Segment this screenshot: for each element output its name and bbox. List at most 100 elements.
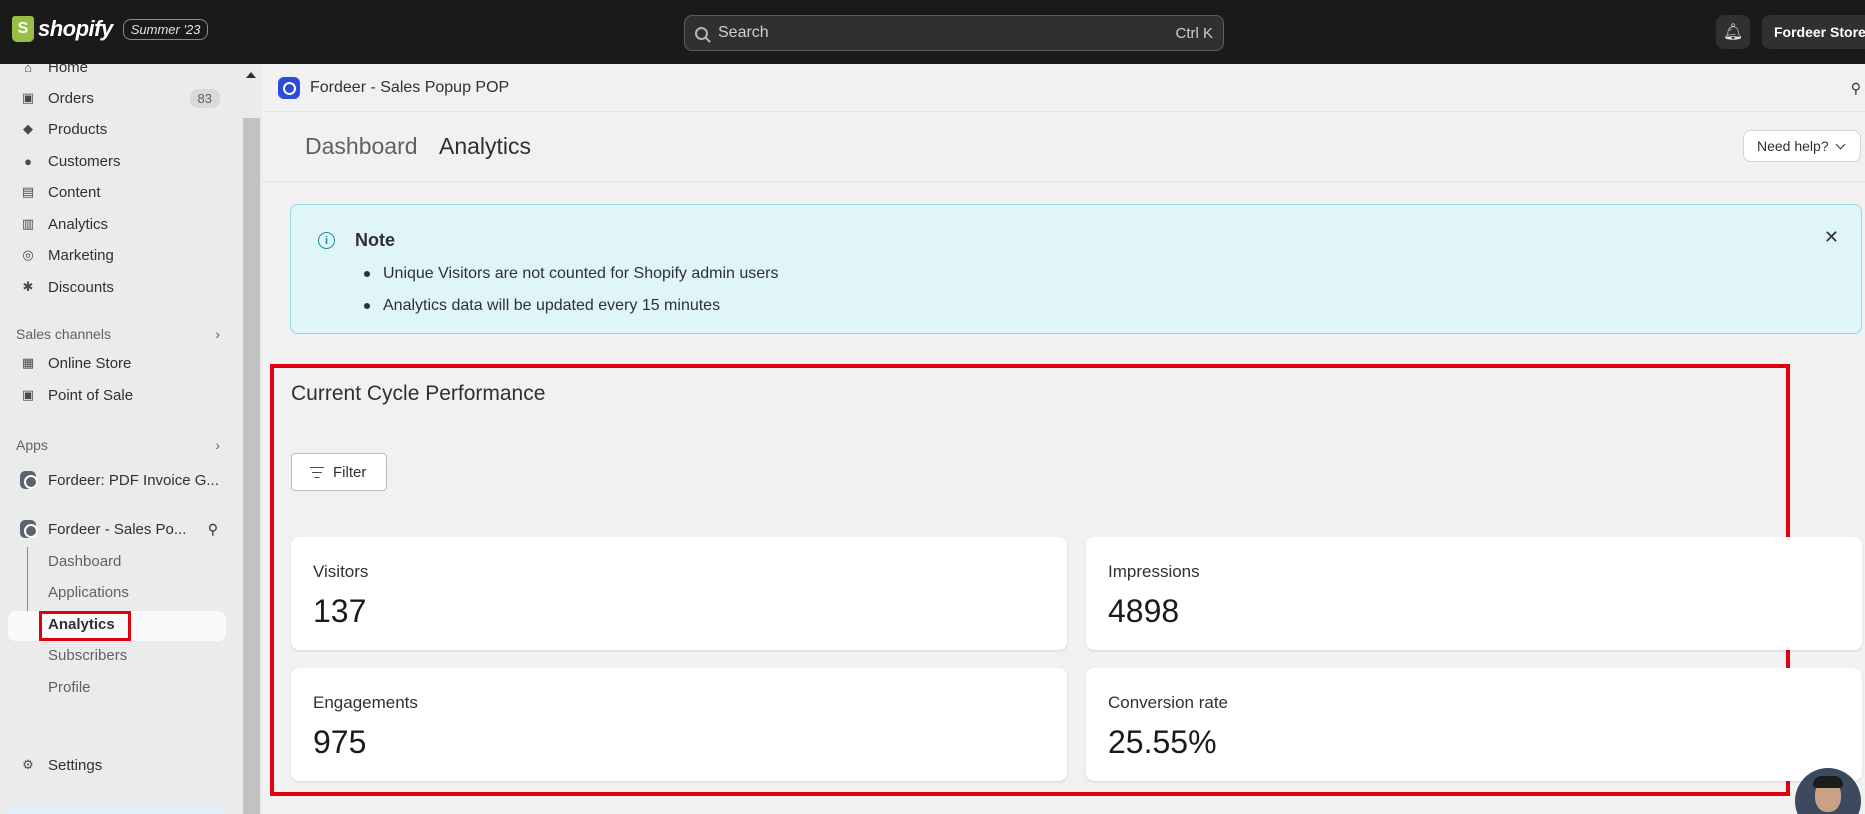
store-menu-button[interactable]: Fordeer Store: [1762, 15, 1865, 49]
home-icon: ⌂: [24, 64, 32, 75]
sidebar-item-label: Point of Sale: [48, 386, 134, 404]
sidebar: ⌂ Home ▣ Orders 83 ◆ Products ● Customer…: [0, 64, 240, 814]
metric-card-conversion-rate: Conversion rate 25.55%: [1086, 668, 1862, 781]
sidebar-item-label: Products: [48, 120, 108, 138]
sidebar-item-label: Orders: [48, 89, 94, 107]
sidebar-item-label: Home: [48, 64, 89, 76]
metric-label: Impressions: [1108, 562, 1200, 581]
filter-label: Filter: [333, 463, 367, 481]
sidebar-item-analytics[interactable]: ▥ Analytics: [8, 209, 226, 239]
section-title: Current Cycle Performance: [291, 382, 546, 405]
sidebar-footer-strip: [8, 806, 226, 814]
sidebar-item-label: Customers: [48, 152, 121, 170]
note-banner: i Note Unique Visitors are not counted f…: [290, 204, 1862, 334]
pin-icon[interactable]: ⚲: [208, 521, 218, 538]
apps-header[interactable]: Apps ›: [16, 437, 220, 453]
metric-card-engagements: Engagements 975: [291, 668, 1067, 781]
app-bar: Fordeer - Sales Popup POP ⚲: [262, 64, 1865, 112]
orders-count-badge: 83: [189, 88, 220, 108]
fordeer-app-icon: [20, 471, 38, 489]
shopify-logo[interactable]: S shopify Summer '23: [12, 16, 209, 42]
search-bar[interactable]: Search Ctrl K: [684, 15, 1224, 51]
sidebar-item-label: Fordeer: PDF Invoice G...: [48, 471, 219, 489]
app-subitem-subscribers[interactable]: Subscribers: [48, 647, 127, 664]
edition-badge: Summer '23: [122, 18, 209, 40]
need-help-button[interactable]: Need help?: [1743, 130, 1861, 162]
store-icon: ▦: [21, 355, 35, 370]
close-icon[interactable]: ✕: [1824, 227, 1839, 248]
note-title: Note: [355, 230, 395, 250]
sidebar-item-orders[interactable]: ▣ Orders 83: [8, 83, 226, 113]
metric-value: 137: [313, 593, 367, 629]
sidebar-item-point-of-sale[interactable]: ▣ Point of Sale: [8, 380, 226, 410]
pin-icon[interactable]: ⚲: [1851, 80, 1861, 97]
sidebar-item-label: Content: [48, 183, 101, 201]
chevron-right-icon: ›: [215, 326, 220, 342]
pos-icon: ▣: [21, 387, 35, 402]
sidebar-item-fordeer-sales-popup[interactable]: Fordeer - Sales Po... ⚲: [8, 514, 226, 544]
sales-channels-header[interactable]: Sales channels ›: [16, 326, 220, 342]
sidebar-item-label: Marketing: [48, 246, 114, 264]
sidebar-item-content[interactable]: ▤ Content: [8, 177, 226, 207]
sidebar-item-label: Settings: [48, 756, 103, 774]
note-item: Analytics data will be updated every 15 …: [355, 290, 778, 322]
bar-chart-icon: ▥: [21, 216, 35, 231]
shopify-bag-icon: S: [12, 16, 34, 42]
metric-card-visitors: Visitors 137: [291, 537, 1067, 650]
metric-label: Conversion rate: [1108, 693, 1229, 712]
sidebar-item-label: Online Store: [48, 354, 132, 372]
chevron-right-icon: ›: [215, 437, 220, 453]
search-shortcut: Ctrl K: [1175, 24, 1214, 42]
note-item: Unique Visitors are not counted for Shop…: [355, 258, 778, 290]
chevron-down-icon: [1835, 139, 1846, 149]
sidebar-item-marketing[interactable]: ◎ Marketing: [8, 240, 226, 270]
app-subitem-dashboard[interactable]: Dashboard: [48, 553, 121, 570]
scrollbar-track[interactable]: [243, 118, 260, 814]
analytics-highlight-box: [39, 611, 131, 641]
filter-icon: [310, 466, 324, 478]
sidebar-item-products[interactable]: ◆ Products: [8, 114, 226, 144]
filter-button[interactable]: Filter: [291, 453, 387, 491]
app-title: Fordeer - Sales Popup POP: [310, 78, 510, 96]
breadcrumb-dashboard[interactable]: Dashboard: [305, 133, 418, 160]
brand-wordmark: shopify: [38, 16, 113, 41]
discount-icon: ✱: [22, 279, 34, 294]
target-icon: ◎: [22, 247, 34, 262]
sidebar-item-label: Analytics: [48, 215, 109, 233]
metric-value: 4898: [1108, 593, 1180, 629]
need-help-label: Need help?: [1757, 138, 1829, 154]
metric-card-impressions: Impressions 4898: [1086, 537, 1862, 650]
search-icon: [695, 26, 708, 40]
sidebar-item-settings[interactable]: ⚙ Settings: [8, 750, 226, 780]
sidebar-item-discounts[interactable]: ✱ Discounts: [8, 272, 226, 302]
tag-icon: ◆: [23, 121, 33, 136]
notifications-button[interactable]: 🔔︎: [1716, 15, 1750, 49]
app-subitem-profile[interactable]: Profile: [48, 679, 91, 696]
metric-label: Visitors: [313, 562, 369, 581]
page-title: Analytics: [439, 133, 532, 159]
sidebar-item-customers[interactable]: ● Customers: [8, 146, 226, 176]
scroll-up-arrow-icon[interactable]: [246, 72, 256, 78]
avatar-hair: [1813, 776, 1843, 788]
metric-value: 25.55%: [1108, 724, 1217, 760]
fordeer-app-logo: [278, 76, 300, 99]
section-label: Apps: [16, 437, 48, 453]
metric-value: 975: [313, 724, 367, 760]
top-bar: S shopify Summer '23 Search Ctrl K 🔔︎ Fo…: [0, 0, 1865, 64]
note-list: Unique Visitors are not counted for Shop…: [355, 258, 778, 322]
sidebar-item-label: Fordeer - Sales Po...: [48, 520, 187, 538]
app-subitem-applications[interactable]: Applications: [48, 584, 129, 601]
person-icon: ●: [24, 153, 32, 169]
sidebar-item-online-store[interactable]: ▦ Online Store: [8, 348, 226, 378]
tree-line: [27, 547, 28, 612]
search-placeholder: Search: [718, 24, 769, 41]
sidebar-item-fordeer-pdf-invoice[interactable]: Fordeer: PDF Invoice G...: [8, 465, 226, 495]
gear-icon: ⚙: [22, 757, 34, 772]
sidebar-item-home[interactable]: ⌂ Home: [8, 64, 226, 82]
page-header: Dashboard Analytics Need help?: [262, 112, 1865, 182]
image-icon: ▤: [21, 184, 35, 199]
info-icon: i: [318, 232, 335, 249]
inbox-icon: ▣: [21, 90, 35, 105]
metric-label: Engagements: [313, 693, 418, 712]
fordeer-app-icon: [20, 520, 38, 538]
